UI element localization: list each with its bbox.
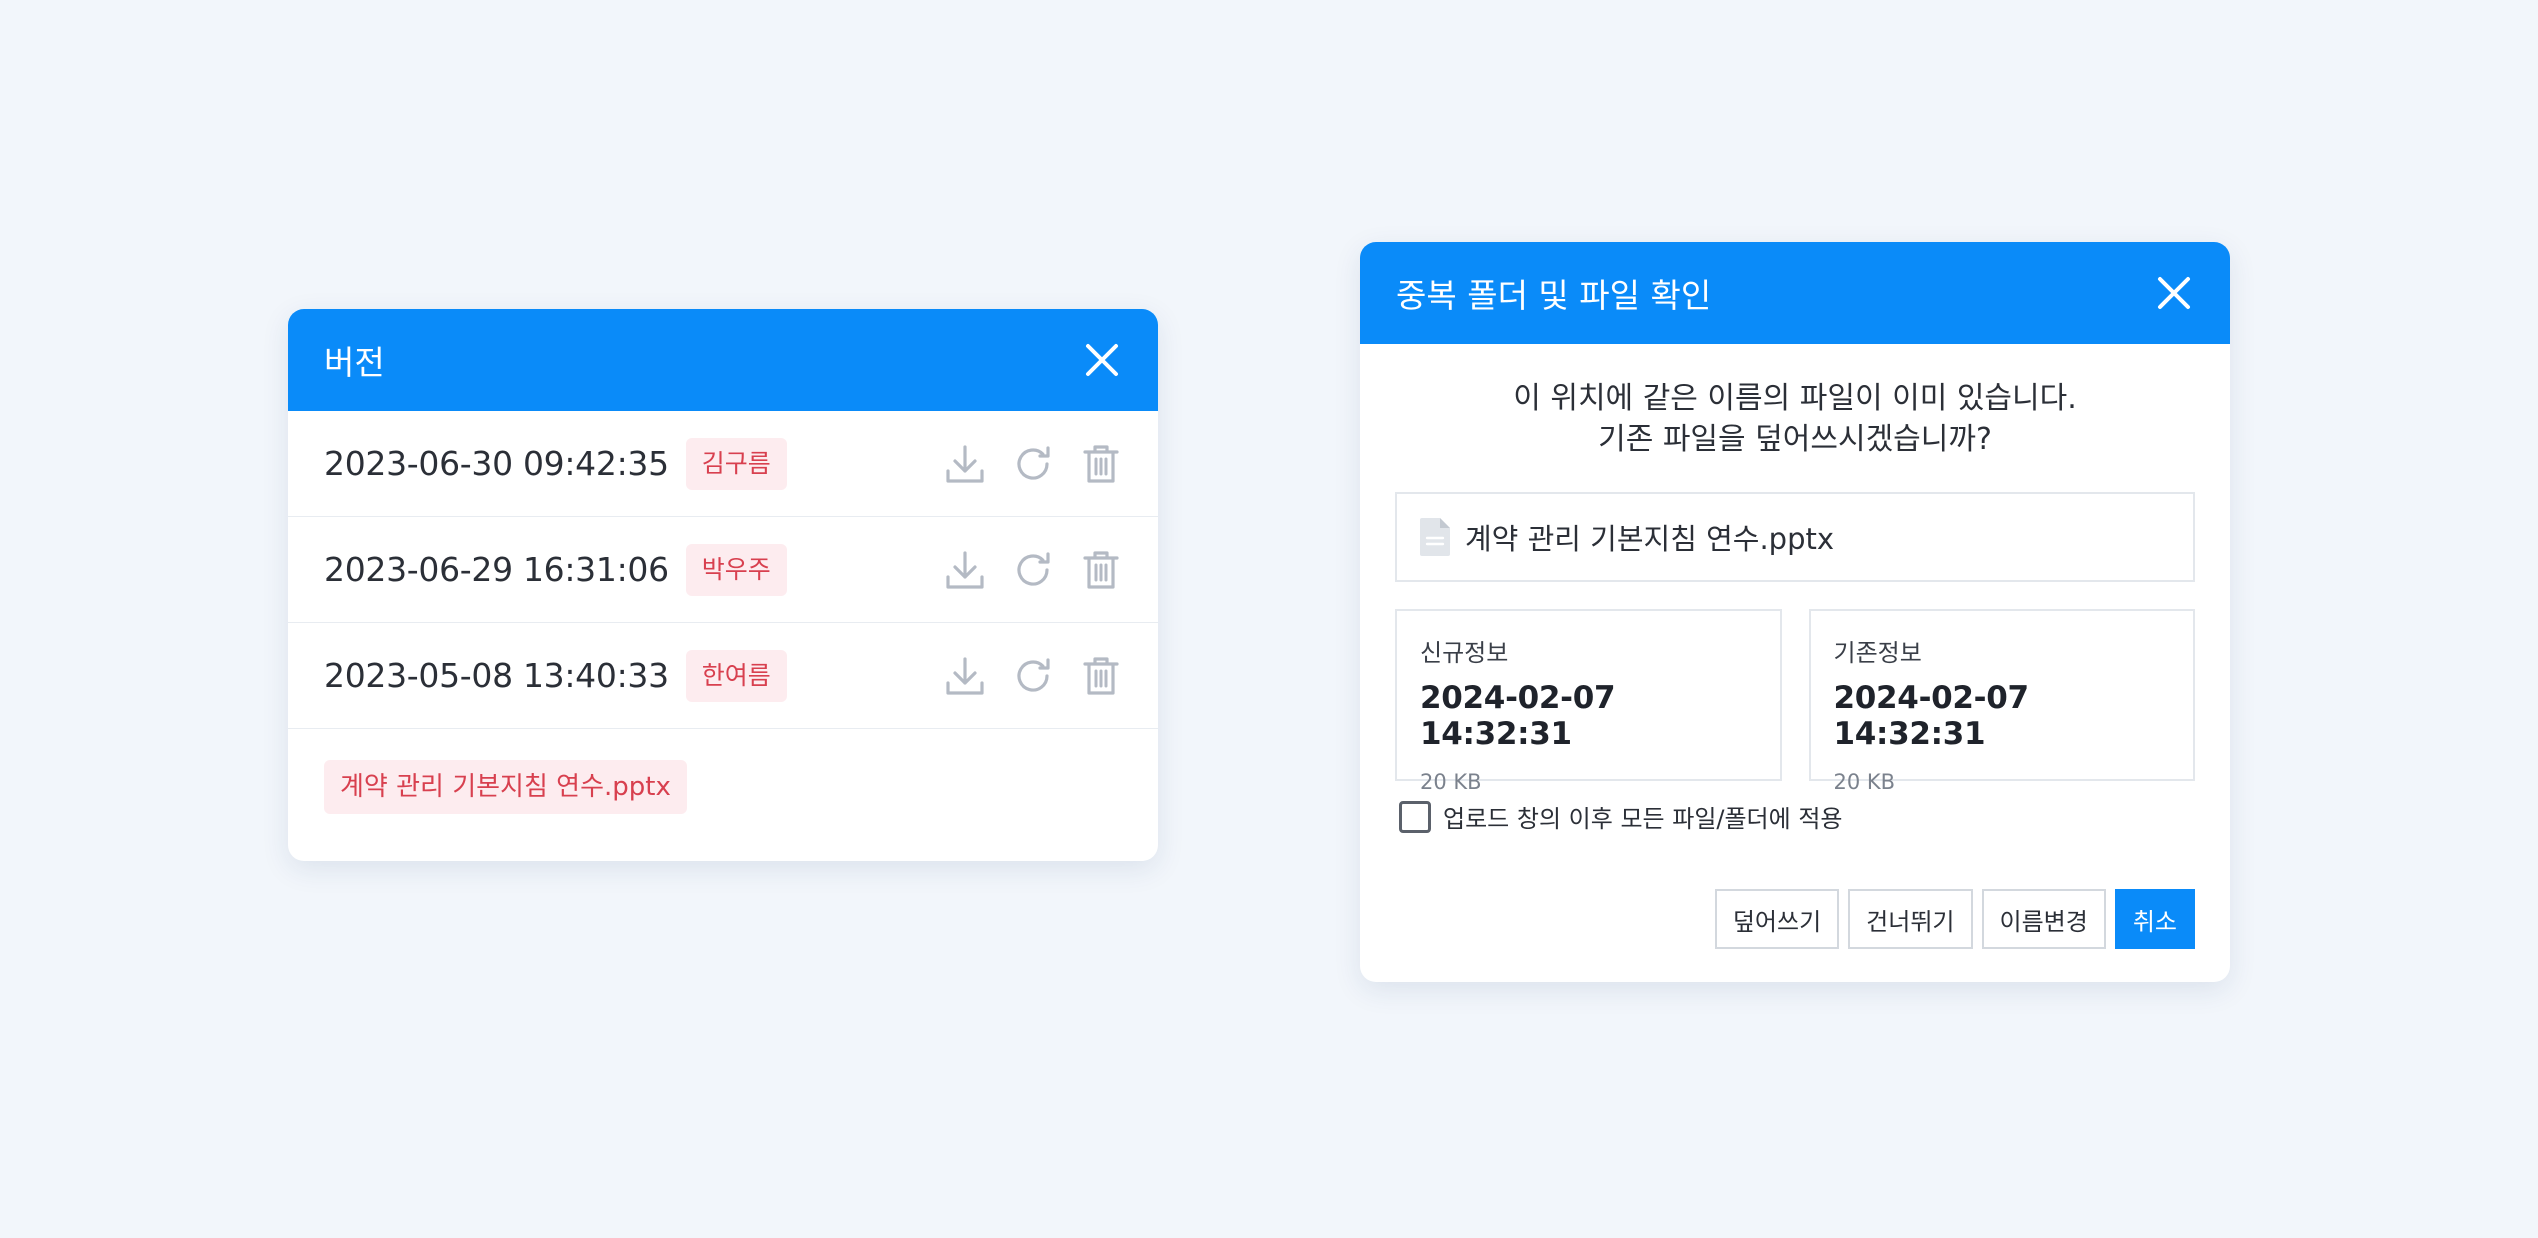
version-dialog: 버전 2023-06-30 09:42:35 김구름 2023-06-29 16… [288, 309, 1158, 861]
download-icon [946, 550, 984, 589]
apply-all-label[interactable]: 업로드 창의 이후 모든 파일/폴더에 적용 [1443, 799, 1843, 834]
file-box: 계약 관리 기본지침 연수.pptx [1395, 492, 2195, 582]
download-icon [946, 444, 984, 483]
author-badge: 김구름 [685, 437, 787, 490]
skip-button[interactable]: 건너뛰기 [1848, 889, 1973, 949]
new-info-box: 신규정보 2024-02-07 14:32:31 20 KB [1395, 609, 1782, 794]
message-line: 기존 파일을 덮어쓰시겠습니까? [1598, 422, 1992, 457]
version-row: 2023-06-29 16:31:06 박우주 [288, 517, 1158, 623]
duplicate-dialog: 중복 폴더 및 파일 확인 이 위치에 같은 이름의 파일이 이미 있습니다. … [1360, 242, 2230, 982]
duplicate-message: 이 위치에 같은 이름의 파일이 이미 있습니다. 기존 파일을 덮어쓰시겠습니… [1395, 378, 2195, 460]
delete-button[interactable] [1080, 549, 1122, 591]
version-row: 2023-06-30 09:42:35 김구름 [288, 411, 1158, 517]
new-info-label: 신규정보 [1420, 639, 1509, 667]
duplicate-close-button[interactable] [2154, 273, 2194, 313]
author-badge: 한여름 [685, 649, 787, 702]
restore-icon [1017, 445, 1050, 480]
version-actions [944, 549, 1122, 591]
trash-icon [1083, 656, 1119, 695]
info-grid: 신규정보 2024-02-07 14:32:31 20 KB 기존정보 2024… [1395, 609, 2195, 794]
delete-button[interactable] [1080, 443, 1122, 485]
close-icon [1086, 344, 1118, 376]
restore-button[interactable] [1012, 655, 1054, 697]
apply-all-checkbox[interactable] [1399, 800, 1431, 833]
new-info-date: 2024-02-07 14:32:31 [1420, 680, 1616, 752]
existing-info-box: 기존정보 2024-02-07 14:32:31 20 KB [1808, 609, 2195, 794]
download-button[interactable] [944, 443, 986, 485]
version-row: 2023-05-08 13:40:33 한여름 [288, 623, 1158, 729]
apply-all-row: 업로드 창의 이후 모든 파일/폴더에 적용 [1395, 799, 2195, 834]
existing-info-label: 기존정보 [1833, 639, 1922, 667]
overwrite-button[interactable]: 덮어쓰기 [1714, 889, 1840, 949]
delete-button[interactable] [1080, 655, 1122, 697]
trash-icon [1083, 444, 1119, 483]
duplicate-dialog-title: 중복 폴더 및 파일 확인 [1396, 276, 1712, 315]
file-name-badge: 계약 관리 기본지침 연수.pptx [324, 760, 687, 814]
duplicate-dialog-header: 중복 폴더 및 파일 확인 [1360, 242, 2230, 344]
download-button[interactable] [944, 655, 986, 697]
duplicate-dialog-body: 이 위치에 같은 이름의 파일이 이미 있습니다. 기존 파일을 덮어쓰시겠습니… [1360, 378, 2230, 834]
download-button[interactable] [944, 549, 986, 591]
version-date: 2023-06-30 09:42:35 [324, 444, 669, 483]
existing-info-size: 20 KB [1833, 770, 1896, 794]
version-close-button[interactable] [1082, 340, 1122, 380]
version-actions [944, 443, 1122, 485]
dialog-buttons: 덮어쓰기 건너뛰기 이름변경 취소 [1714, 889, 2195, 949]
close-icon [2158, 277, 2190, 309]
version-date: 2023-05-08 13:40:33 [324, 656, 669, 695]
restore-button[interactable] [1012, 549, 1054, 591]
new-info-size: 20 KB [1420, 770, 1482, 794]
rename-button[interactable]: 이름변경 [1981, 889, 2106, 949]
cancel-button[interactable]: 취소 [2114, 889, 2195, 949]
version-footer: 계약 관리 기본지침 연수.pptx [288, 729, 1158, 845]
download-icon [946, 656, 984, 695]
document-icon [1420, 518, 1450, 556]
author-badge: 박우주 [685, 543, 787, 596]
existing-info-date: 2024-02-07 14:32:31 [1833, 680, 2030, 752]
restore-icon [1017, 657, 1050, 692]
trash-icon [1083, 550, 1119, 589]
version-dialog-header: 버전 [288, 309, 1158, 411]
version-date: 2023-06-29 16:31:06 [324, 550, 669, 589]
message-line: 이 위치에 같은 이름의 파일이 이미 있습니다. [1513, 381, 2077, 416]
version-actions [944, 655, 1122, 697]
file-name: 계약 관리 기본지침 연수.pptx [1465, 522, 1835, 556]
restore-button[interactable] [1012, 443, 1054, 485]
restore-icon [1017, 551, 1050, 586]
version-dialog-title: 버전 [324, 343, 385, 382]
